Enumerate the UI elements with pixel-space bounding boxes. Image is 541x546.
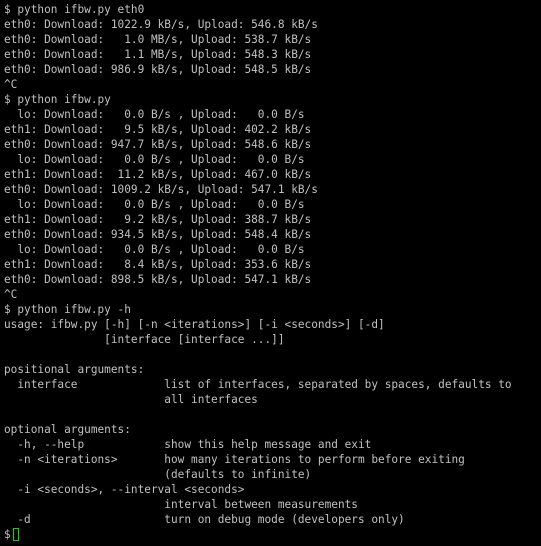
terminal-line: all interfaces bbox=[4, 393, 258, 406]
terminal-line: eth0: Download: 947.7 kB/s, Upload: 548.… bbox=[4, 138, 312, 151]
terminal-output: $ python ifbw.py eth0 eth0: Download: 102… bbox=[4, 2, 541, 527]
text-cursor bbox=[12, 528, 19, 541]
terminal-window[interactable]: $ python ifbw.py eth0 eth0: Download: 102… bbox=[0, 0, 541, 546]
prompt-line[interactable]: $ bbox=[4, 527, 541, 542]
terminal-line: optional arguments: bbox=[4, 423, 131, 436]
terminal-line: lo: Download: 0.0 B/s , Upload: 0.0 B/s bbox=[4, 243, 305, 256]
terminal-line: eth1: Download: 9.2 kB/s, Upload: 388.7 … bbox=[4, 213, 312, 226]
terminal-line: (defaults to infinite) bbox=[4, 468, 312, 481]
terminal-line: lo: Download: 0.0 B/s , Upload: 0.0 B/s bbox=[4, 198, 305, 211]
terminal-line: interface list of interfaces, separated … bbox=[4, 378, 512, 391]
terminal-line: -d turn on debug mode (developers only) bbox=[4, 513, 405, 526]
terminal-line: eth1: Download: 9.5 kB/s, Upload: 402.2 … bbox=[4, 123, 312, 136]
terminal-line: usage: ifbw.py [-h] [-n <iterations>] [-… bbox=[4, 318, 385, 331]
terminal-line: ^C bbox=[4, 288, 18, 301]
terminal-line: positional arguments: bbox=[4, 363, 145, 376]
terminal-line: eth0: Download: 1.0 MB/s, Upload: 538.7 … bbox=[4, 33, 312, 46]
terminal-line: -i <seconds>, --interval <seconds> bbox=[4, 483, 245, 496]
terminal-line: lo: Download: 0.0 B/s , Upload: 0.0 B/s bbox=[4, 108, 305, 121]
terminal-line: $ python ifbw.py bbox=[4, 93, 111, 106]
terminal-line: interval between measurements bbox=[4, 498, 358, 511]
terminal-line: eth1: Download: 8.4 kB/s, Upload: 353.6 … bbox=[4, 258, 312, 271]
terminal-line: eth0: Download: 1022.9 kB/s, Upload: 546… bbox=[4, 18, 318, 31]
terminal-line: [interface [interface ...]] bbox=[4, 333, 285, 346]
prompt-symbol: $ bbox=[4, 528, 11, 541]
terminal-line: -h, --help show this help message and ex… bbox=[4, 438, 372, 451]
terminal-line: eth1: Download: 11.2 kB/s, Upload: 467.0… bbox=[4, 168, 312, 181]
terminal-line: eth0: Download: 1009.2 kB/s, Upload: 547… bbox=[4, 183, 318, 196]
terminal-line: eth0: Download: 1.1 MB/s, Upload: 548.3 … bbox=[4, 48, 312, 61]
terminal-line: eth0: Download: 934.5 kB/s, Upload: 548.… bbox=[4, 228, 312, 241]
terminal-line: eth0: Download: 898.5 kB/s, Upload: 547.… bbox=[4, 273, 312, 286]
terminal-line: $ python ifbw.py eth0 bbox=[4, 3, 145, 16]
terminal-line: -n <iterations> how many iterations to p… bbox=[4, 453, 465, 466]
terminal-line: ^C bbox=[4, 78, 18, 91]
terminal-line: lo: Download: 0.0 B/s , Upload: 0.0 B/s bbox=[4, 153, 305, 166]
terminal-line: $ python ifbw.py -h bbox=[4, 303, 131, 316]
terminal-line: eth0: Download: 986.9 kB/s, Upload: 548.… bbox=[4, 63, 312, 76]
